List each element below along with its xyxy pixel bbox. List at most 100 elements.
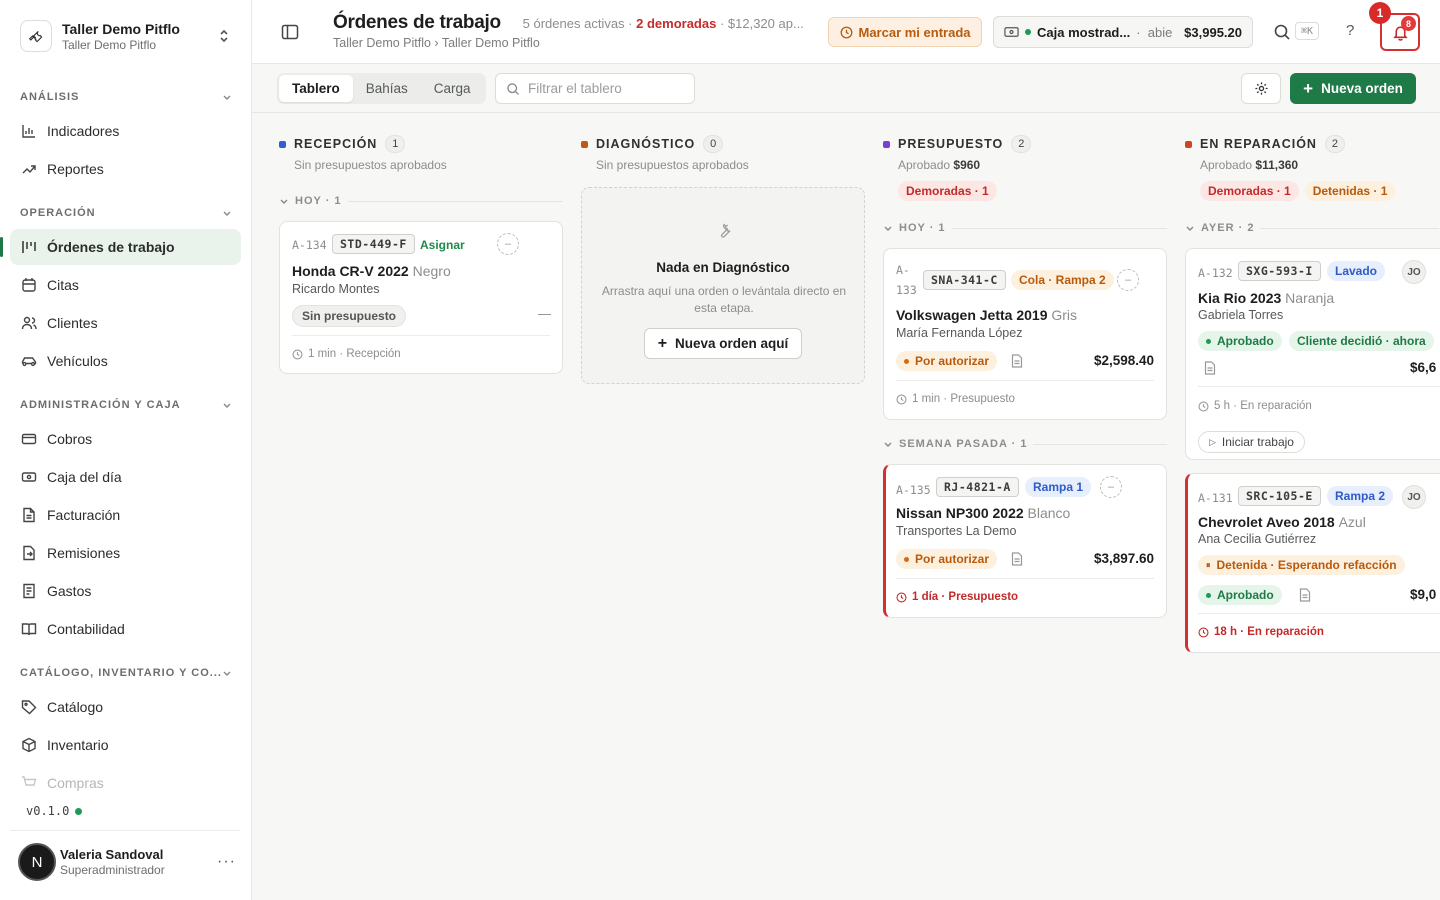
technician-avatar[interactable]: JO — [1402, 260, 1426, 284]
chevron-down-icon — [223, 671, 231, 676]
sidebar-item-gastos[interactable]: Gastos — [10, 573, 241, 609]
clock-icon — [840, 26, 852, 38]
new-order-here-label: Nueva orden aquí — [675, 336, 789, 351]
sidebar-item-clientes[interactable]: Clientes — [10, 305, 241, 341]
tab-tablero[interactable]: Tablero — [279, 75, 353, 102]
sidebar-item-remisiones[interactable]: Remisiones — [10, 535, 241, 571]
technician-avatar[interactable]: JO — [1402, 485, 1426, 509]
customer-name: Ana Cecilia Gutiérrez — [1198, 532, 1317, 546]
pause-icon: ⏸ — [1206, 559, 1211, 570]
assign-technician-icon[interactable]: – — [1100, 476, 1122, 498]
customer-name: Ricardo Montes — [292, 282, 380, 296]
new-order-here-button[interactable]: + Nueva orden aquí — [644, 328, 802, 359]
divider — [951, 227, 1167, 229]
sidebar-item-vehiculos[interactable]: Vehículos — [10, 343, 241, 379]
new-order-label: Nueva orden — [1321, 81, 1403, 96]
group-label: AYER · 2 — [1201, 222, 1255, 234]
sidebar-item-ordenes[interactable]: Órdenes de trabajo — [0, 229, 241, 265]
section-operacion[interactable]: OPERACIÓN — [10, 201, 242, 225]
org-name: Taller Demo Pitflo — [62, 20, 180, 37]
board-filter-input[interactable]: Filtrar el tablero — [495, 73, 695, 104]
register-amount: $3,995.20 — [1184, 24, 1242, 40]
kanban-icon — [20, 239, 37, 256]
chevron-down-icon — [884, 442, 892, 447]
sidebar-item-reportes[interactable]: Reportes — [10, 151, 241, 187]
section-administracion[interactable]: ADMINISTRACIÓN Y CAJA — [10, 393, 242, 417]
new-order-button[interactable]: + Nueva orden — [1290, 73, 1416, 104]
shortcut-hint: ⌘K — [1295, 22, 1319, 40]
document-icon[interactable] — [1011, 354, 1023, 368]
group-header[interactable]: SEMANA PASADA · 1 — [883, 438, 1167, 450]
sidebar-item-citas[interactable]: Citas — [10, 267, 241, 303]
divider — [292, 335, 550, 336]
user-menu[interactable]: N Valeria Sandoval Superadministrador ··… — [18, 842, 242, 882]
assign-technician-icon[interactable]: – — [497, 233, 519, 255]
section-catalogo[interactable]: CATÁLOGO, INVENTARIO Y CO... — [10, 661, 242, 685]
order-card[interactable]: A-131 SRC-105-E Rampa 2 JO Chevrolet Ave… — [1185, 473, 1440, 653]
document-icon[interactable] — [1204, 361, 1216, 375]
sidebar-item-cobros[interactable]: Cobros — [10, 421, 241, 457]
cash-icon — [20, 469, 37, 486]
title-meta: 5 órdenes activas · 2 demoradas · $12,32… — [522, 16, 804, 31]
group-label: SEMANA PASADA · 1 — [899, 438, 1028, 450]
column-header: PRESUPUESTO 2 — [883, 135, 1032, 153]
order-id: A-135 — [896, 483, 931, 497]
assign-technician-icon[interactable]: – — [1117, 269, 1139, 291]
column-color-dot — [1185, 140, 1192, 148]
group-header[interactable]: HOY · 1 — [279, 195, 563, 207]
cash-register-selector[interactable]: Caja mostrad... · abie $3,995.20 — [993, 16, 1253, 48]
late-count: 2 demoradas — [636, 16, 717, 31]
user-name: Valeria Sandoval — [60, 847, 164, 862]
board-settings-button[interactable] — [1241, 73, 1281, 104]
kanban-board: RECEPCIÓN 1 Sin presupuestos aprobados H… — [252, 113, 1440, 900]
file-icon — [20, 507, 37, 524]
order-id: A-132 — [1198, 266, 1233, 280]
more-icon[interactable]: ··· — [217, 853, 236, 871]
order-card[interactable]: A-135 RJ-4821-A Rampa 1 – Nissan NP300 2… — [883, 464, 1167, 618]
empty-dropzone[interactable]: Nada en Diagnóstico Arrastra aquí una or… — [581, 187, 865, 384]
late-filter-pill[interactable]: Demoradas · 1 — [898, 181, 997, 201]
sidebar-item-caja[interactable]: Caja del día — [10, 459, 241, 495]
section-analisis[interactable]: ANÁLISIS — [10, 85, 242, 109]
sidebar-toggle-icon[interactable] — [280, 22, 300, 42]
clock-in-label: Marcar mi entrada — [858, 24, 971, 40]
search-icon[interactable] — [1273, 23, 1291, 41]
order-card[interactable]: A- 133 SNA-341-C Cola · Rampa 2 – Volksw… — [883, 248, 1167, 420]
sidebar-item-contabilidad[interactable]: Contabilidad — [10, 611, 241, 647]
late-filter-pill[interactable]: Demoradas · 1 — [1200, 181, 1299, 201]
elapsed-time: 18 h · En reparación — [1214, 626, 1324, 638]
document-icon[interactable] — [1011, 552, 1023, 566]
column-header: RECEPCIÓN 1 — [279, 135, 406, 153]
stopped-filter-pill[interactable]: Detenidas · 1 — [1304, 181, 1396, 201]
org-switcher[interactable]: Taller Demo Pitflo Taller Demo Pitflo — [10, 10, 242, 62]
help-icon[interactable]: ? — [1346, 22, 1354, 39]
chevron-down-icon — [280, 199, 288, 204]
vehicle-color: Azul — [1338, 514, 1366, 530]
assign-bay-link[interactable]: Asignar — [420, 238, 465, 252]
sidebar-item-indicadores[interactable]: Indicadores — [10, 113, 241, 149]
title-block: Órdenes de trabajo 5 órdenes activas · 2… — [333, 12, 804, 50]
sidebar: Taller Demo Pitflo Taller Demo Pitflo AN… — [0, 0, 252, 900]
empty-description: Arrastra aquí una orden o levántala dire… — [601, 284, 847, 315]
sidebar-item-inventario[interactable]: Inventario — [10, 727, 241, 763]
column-color-dot — [279, 140, 286, 148]
order-card[interactable]: A-132 SXG-593-I Lavado JO Kia Rio 2023 N… — [1185, 248, 1440, 460]
tab-carga[interactable]: Carga — [421, 75, 484, 102]
column-count: 0 — [703, 135, 724, 153]
order-amount: $9,0 — [1410, 587, 1437, 602]
start-work-label: Iniciar trabajo — [1221, 435, 1294, 449]
group-header[interactable]: AYER · 2 — [1185, 222, 1439, 234]
order-card[interactable]: A-134 STD-449-F Asignar – Honda CR-V 202… — [279, 221, 563, 374]
start-work-button[interactable]: ▷ Iniciar trabajo — [1198, 431, 1305, 453]
sidebar-item-facturacion[interactable]: Facturación — [10, 497, 241, 533]
status-dot — [75, 807, 83, 815]
document-icon[interactable] — [1299, 588, 1311, 602]
group-header[interactable]: HOY · 1 — [883, 222, 1167, 234]
sidebar-item-compras[interactable]: Compras — [10, 765, 241, 801]
tab-bahias[interactable]: Bahías — [353, 75, 421, 102]
vehicle-color: Naranja — [1285, 290, 1335, 306]
search-icon — [507, 82, 519, 95]
clock-in-button[interactable]: Marcar mi entrada — [828, 17, 982, 47]
sidebar-item-catalogo[interactable]: Catálogo — [10, 689, 241, 725]
calendar-icon — [20, 277, 37, 294]
